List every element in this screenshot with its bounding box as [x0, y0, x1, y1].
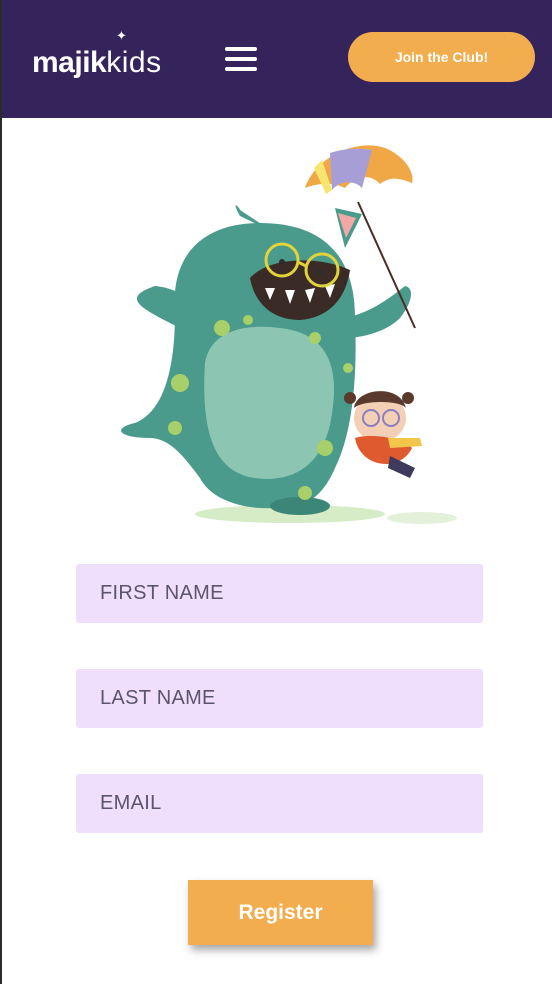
- monster-and-girl-illustration: [121, 145, 457, 524]
- logo-text-thin: kids: [106, 46, 162, 79]
- logo-text-bold: majik: [32, 46, 107, 79]
- register-button[interactable]: Register: [188, 880, 373, 945]
- site-header: majik kids ✦ Join the Club!: [2, 0, 552, 118]
- last-name-field[interactable]: LAST NAME: [76, 669, 483, 728]
- page: majik kids ✦ Join the Club! FIRST NAME L…: [0, 0, 552, 984]
- menu-icon[interactable]: [225, 47, 257, 71]
- majikkids-logo[interactable]: majik kids ✦: [32, 28, 162, 79]
- email-field[interactable]: EMAIL: [76, 774, 483, 833]
- first-name-field[interactable]: FIRST NAME: [76, 564, 483, 623]
- sparkle-icon: ✦: [116, 28, 127, 43]
- join-club-button[interactable]: Join the Club!: [348, 32, 535, 82]
